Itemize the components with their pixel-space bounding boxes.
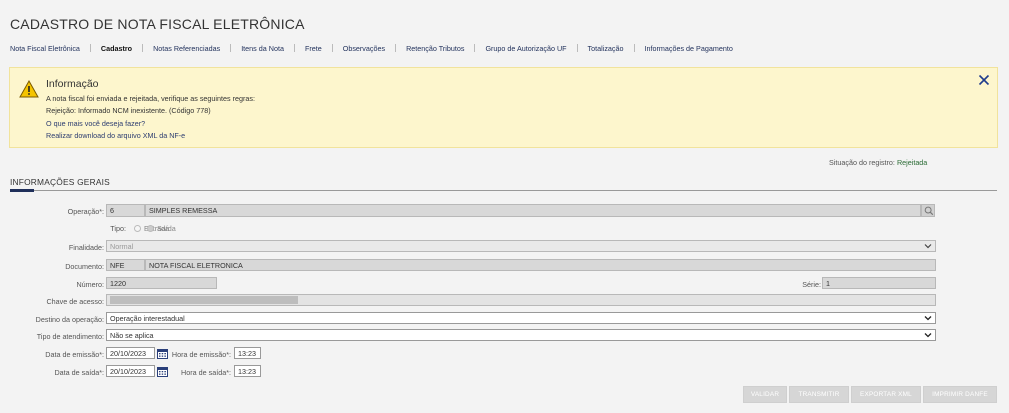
tab-informacoes-de-pagamento[interactable]: Informações de Pagamento xyxy=(645,44,733,53)
alert-title: Informação xyxy=(46,78,99,90)
operacao-search-button[interactable] xyxy=(921,204,935,217)
data-emissao-field[interactable]: 20/10/2023 xyxy=(106,347,155,359)
destino-value: Operação interestadual xyxy=(110,314,185,323)
exportar-xml-button[interactable]: EXPORTAR XML xyxy=(851,386,921,403)
tab-frete[interactable]: Frete xyxy=(305,44,322,53)
documento-code-field[interactable]: NFE xyxy=(106,259,145,271)
numero-field[interactable]: 1220 xyxy=(106,277,217,289)
imprimir-danfe-button[interactable]: IMPRIMIR DANFE xyxy=(923,386,997,403)
tab-grupo-de-autorizacao-uf[interactable]: Grupo de Autorização UF xyxy=(485,44,566,53)
hora-emissao-label: Hora de emissão*: xyxy=(171,350,231,359)
page-title: CADASTRO DE NOTA FISCAL ELETRÔNICA xyxy=(10,16,305,32)
tab-separator xyxy=(474,44,476,52)
destino-select[interactable]: Operação interestadual xyxy=(106,312,936,324)
tab-separator xyxy=(395,44,397,52)
tab-separator xyxy=(230,44,232,52)
data-emissao-label: Data de emissão*: xyxy=(45,350,104,359)
download-xml-link[interactable]: Realizar download do arquivo XML da NF-e xyxy=(46,131,185,140)
section-accent xyxy=(10,189,34,192)
destino-label: Destino da operação: xyxy=(35,315,104,324)
hora-emissao-field[interactable]: 13:23 xyxy=(234,347,261,359)
tab-retencao-tributos[interactable]: Retenção Tributos xyxy=(406,44,464,53)
operacao-name-field[interactable]: SIMPLES REMESSA xyxy=(145,204,921,217)
tipo-radio-saida[interactable]: Saída xyxy=(147,224,176,233)
finalidade-value: Normal xyxy=(110,242,134,251)
close-icon[interactable] xyxy=(978,74,990,86)
search-icon xyxy=(924,206,934,216)
finalidade-select[interactable]: Normal xyxy=(106,240,936,252)
info-alert: Informação A nota fiscal foi enviada e r… xyxy=(9,67,998,148)
data-saida-field[interactable]: 20/10/2023 xyxy=(106,365,155,377)
tipo-label: Tipo: xyxy=(110,224,126,233)
transmitir-button[interactable]: TRANSMITIR xyxy=(789,386,849,403)
chave-redacted-value xyxy=(110,296,298,304)
tab-separator xyxy=(89,44,91,52)
alert-rejection-reason: Rejeição: Informado NCM inexistente. (Có… xyxy=(46,106,211,115)
atendimento-value: Não se aplica xyxy=(110,331,154,340)
finalidade-label: Finalidade: xyxy=(68,243,104,252)
radio-off-icon xyxy=(134,225,141,232)
tab-bar: Nota Fiscal Eletrônica Cadastro Notas Refe… xyxy=(10,43,733,53)
tab-itens-da-nota[interactable]: Itens da Nota xyxy=(241,44,284,53)
tab-separator xyxy=(576,44,578,52)
alert-message: A nota fiscal foi enviada e rejeitada, v… xyxy=(46,94,255,103)
record-status-value: Rejeitada xyxy=(896,158,928,167)
hora-saida-field[interactable]: 13:23 xyxy=(234,365,261,377)
section-title: INFORMAÇÕES GERAIS xyxy=(10,177,110,187)
tab-separator xyxy=(142,44,144,52)
operacao-label: Operação*: xyxy=(67,207,104,216)
chevron-down-icon xyxy=(924,244,932,249)
tipo-saida-label: Saída xyxy=(157,224,176,233)
tab-separator xyxy=(633,44,635,52)
serie-field[interactable]: 1 xyxy=(822,277,936,289)
operacao-code-field[interactable]: 6 xyxy=(106,204,145,217)
warning-icon xyxy=(19,80,39,98)
tab-notas-referenciadas[interactable]: Notas Referenciadas xyxy=(153,44,220,53)
tab-cadastro[interactable]: Cadastro xyxy=(101,44,132,53)
radio-on-icon xyxy=(147,225,154,232)
tab-observacoes[interactable]: Observações xyxy=(343,44,385,53)
documento-label: Documento: xyxy=(65,262,104,271)
calendar-icon[interactable] xyxy=(157,366,168,377)
tab-separator xyxy=(293,44,295,52)
record-status: Situação do registro: Rejeitada xyxy=(829,158,927,167)
section-divider xyxy=(10,190,997,191)
hora-saida-label: Hora de saída*: xyxy=(181,368,231,377)
calendar-icon[interactable] xyxy=(157,348,168,359)
atendimento-label: Tipo de atendimento: xyxy=(36,332,104,341)
tab-separator xyxy=(331,44,333,52)
chevron-down-icon xyxy=(924,333,932,338)
chevron-down-icon xyxy=(924,316,932,321)
documento-name-field[interactable]: NOTA FISCAL ELETRONICA xyxy=(145,259,936,271)
tab-nota-fiscal-eletronica[interactable]: Nota Fiscal Eletrônica xyxy=(10,44,80,53)
serie-label: Série: xyxy=(802,280,821,289)
tab-totalizacao[interactable]: Totalização xyxy=(588,44,624,53)
atendimento-select[interactable]: Não se aplica xyxy=(106,329,936,341)
chave-label: Chave de acesso: xyxy=(46,297,104,306)
record-status-label: Situação do registro: xyxy=(829,158,895,167)
alert-question: O que mais você deseja fazer? xyxy=(46,119,146,128)
validar-button[interactable]: VALIDAR xyxy=(743,386,787,403)
data-saida-label: Data de saída*: xyxy=(54,368,104,377)
numero-label: Número: xyxy=(76,280,104,289)
